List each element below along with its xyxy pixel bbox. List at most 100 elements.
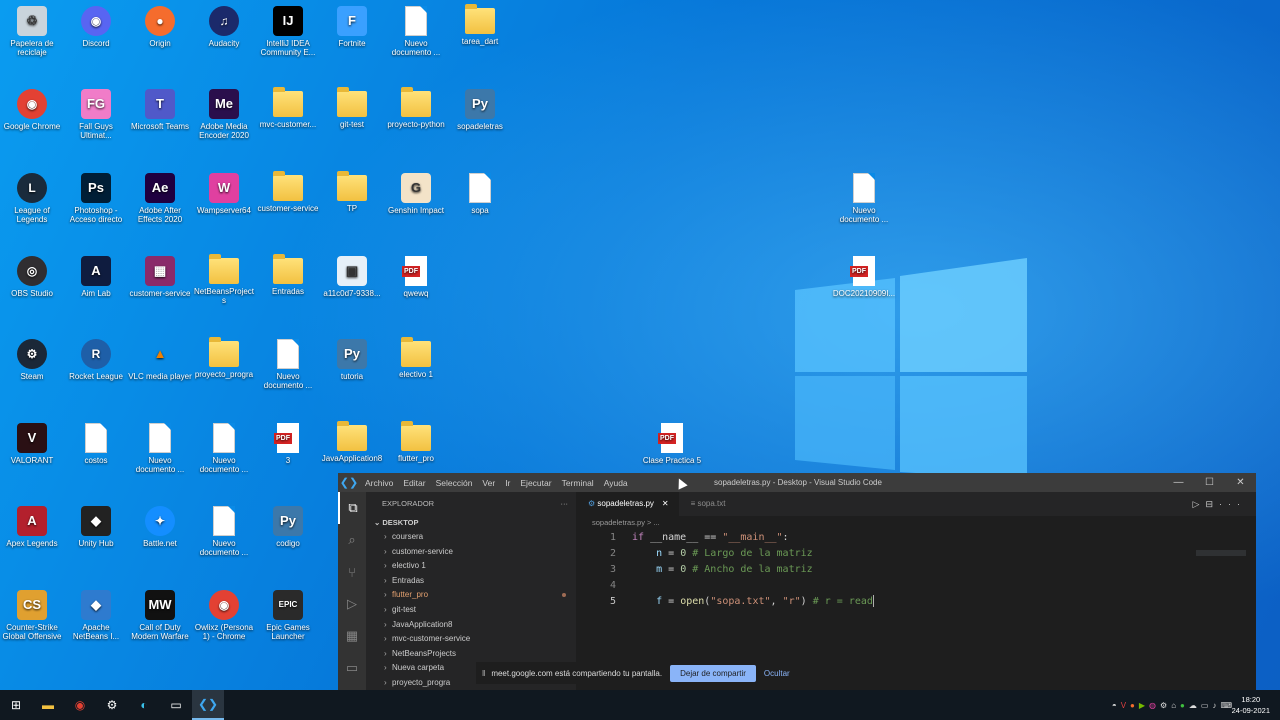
desktop-icon-folder[interactable]: Entradas <box>256 254 320 296</box>
extensions-icon[interactable]: ▦ <box>338 620 366 652</box>
remote-explorer-icon[interactable]: ▭ <box>338 652 366 684</box>
split-editor-icon[interactable]: ⊟ <box>1205 499 1219 509</box>
start-windows-icon[interactable]: ⊞ <box>0 690 32 720</box>
desktop-icon-bin[interactable]: ♲ Papelera de reciclaje <box>0 6 64 57</box>
desktop-icon-pdf[interactable]: PDF Clase Practica 5 <box>640 423 704 465</box>
desktop-icon-image[interactable]: ▣ a11c0d7-9338... <box>320 256 384 298</box>
close-icon[interactable]: ✕ <box>1225 473 1256 492</box>
stop-sharing-button[interactable]: Dejar de compartir <box>670 664 756 682</box>
desktop-icon-chrome[interactable]: ◉ Google Chrome <box>0 89 64 131</box>
desktop-icon-doc[interactable]: sopa <box>448 173 512 215</box>
menu-terminal[interactable]: Terminal <box>557 478 599 488</box>
desktop-icon-folder[interactable]: TP <box>320 171 384 213</box>
desktop-icon-python[interactable]: Py tutoria <box>320 339 384 381</box>
desktop-icon-aimlab[interactable]: A Aim Lab <box>64 256 128 298</box>
search-icon[interactable]: ⌕ <box>338 524 366 556</box>
nvidia-tray-icon[interactable]: ▶ <box>1139 701 1145 710</box>
tree-item[interactable]: › flutter_pro <box>366 588 576 603</box>
tab-sopadeletras[interactable]: ⚙ sopadeletras.py ✕ <box>576 492 679 516</box>
minimap[interactable] <box>1196 550 1246 556</box>
desktop-icon-aftereffects[interactable]: Ae Adobe After Effects 2020 <box>128 173 192 224</box>
desktop-icon-pdf[interactable]: PDF 3 <box>256 423 320 465</box>
desktop-icon-cod[interactable]: MW Call of Duty Modern Warfare <box>128 590 192 641</box>
maximize-icon[interactable]: ☐ <box>1194 473 1225 492</box>
language-tray-icon[interactable]: ⌨ <box>1220 701 1232 710</box>
desktop-icon-doc[interactable]: costos <box>64 423 128 465</box>
run-debug-icon[interactable]: ▷ <box>338 588 366 620</box>
file-explorer-icon[interactable]: ▬ <box>32 690 64 720</box>
tree-item[interactable]: › customer-service <box>366 545 576 560</box>
desktop-icon-rocket[interactable]: R Rocket League <box>64 339 128 381</box>
tree-item[interactable]: › mvc-customer-service <box>366 632 576 647</box>
steam-taskbar-icon[interactable]: ⚙ <box>96 690 128 720</box>
more-actions-icon[interactable]: ··· <box>561 492 569 516</box>
workspace-section[interactable]: ⌄ DESKTOP <box>366 516 576 530</box>
desktop-icon-pdf[interactable]: PDF DOC20210909I... <box>832 256 896 298</box>
discord-tray-icon[interactable]: ◓ <box>1112 701 1117 710</box>
menu-ejecutar[interactable]: Ejecutar <box>515 478 556 488</box>
desktop-icon-folder[interactable]: proyecto-python <box>384 87 448 129</box>
desktop-icon-lol[interactable]: L League of Legends <box>0 173 64 224</box>
desktop-icon-folder[interactable]: tarea_dart <box>448 4 512 46</box>
edge-icon[interactable]: ◐ <box>128 690 160 720</box>
tree-item[interactable]: › Entradas <box>366 574 576 589</box>
desktop-icon-fallguys[interactable]: FG Fall Guys Ultimat... <box>64 89 128 140</box>
desktop-icon-valorant[interactable]: V VALORANT <box>0 423 64 465</box>
tree-item[interactable]: › NetBeansProjects <box>366 647 576 662</box>
menu-ayuda[interactable]: Ayuda <box>599 478 633 488</box>
desktop-icon-steam[interactable]: ⚙ Steam <box>0 339 64 381</box>
desktop-icon-teams[interactable]: T Microsoft Teams <box>128 89 192 131</box>
tree-item[interactable]: › git-test <box>366 603 576 618</box>
explorer-icon[interactable]: ⧉ <box>338 492 366 524</box>
desktop-icon-origin[interactable]: ● Origin <box>128 6 192 48</box>
clock[interactable]: 18:20 24-09-2021 <box>1232 694 1270 716</box>
desktop-icon-audacity[interactable]: ♫ Audacity <box>192 6 256 48</box>
desktop-icon-doc[interactable]: Nuevo documento ... <box>384 6 448 57</box>
desktop-icon-folder[interactable]: git-test <box>320 87 384 129</box>
desktop-icon-folder[interactable]: electivo 1 <box>384 337 448 379</box>
desktop-icon-mediaencoder[interactable]: Me Adobe Media Encoder 2020 <box>192 89 256 140</box>
tab-close-icon[interactable]: ✕ <box>662 499 669 508</box>
menu-seleccion[interactable]: Selección <box>431 478 478 488</box>
desktop-icon-doc[interactable]: Nuevo documento ... <box>128 423 192 474</box>
desktop-icon-discord[interactable]: ◉ Discord <box>64 6 128 48</box>
desktop-icon-folder[interactable]: mvc-customer... <box>256 87 320 129</box>
desktop-icon-unity[interactable]: ◆ Unity Hub <box>64 506 128 548</box>
menu-archivo[interactable]: Archivo <box>360 478 398 488</box>
desktop-icon-folder[interactable]: JavaApplication8 <box>320 421 384 463</box>
steam-tray-icon[interactable]: ⚙ <box>1160 701 1167 710</box>
desktop-icon-python[interactable]: Py codigo <box>256 506 320 548</box>
menu-editar[interactable]: Editar <box>398 478 430 488</box>
desktop-icon-intellij[interactable]: IJ IntelliJ IDEA Community E... <box>256 6 320 57</box>
more-icon[interactable]: ··· <box>1219 499 1246 509</box>
volume-icon[interactable]: ♪ <box>1212 701 1216 710</box>
desktop-icon-epic[interactable]: EPIC Epic Games Launcher <box>256 590 320 641</box>
desktop-icon-folder[interactable]: flutter_pro <box>384 421 448 463</box>
wamp-tray-icon[interactable]: ◍ <box>1149 701 1156 710</box>
origin-tray-icon[interactable]: ● <box>1130 701 1135 710</box>
desktop-icon-vlc[interactable]: ▲ VLC media player <box>128 339 192 381</box>
display-tray-icon[interactable]: ▭ <box>1201 701 1209 710</box>
tab-sopa-txt[interactable]: ≡ sopa.txt <box>679 492 736 516</box>
tree-item[interactable]: › JavaApplication8 <box>366 618 576 633</box>
minimize-icon[interactable]: — <box>1163 473 1194 492</box>
desktop-icon-obs[interactable]: ◎ OBS Studio <box>0 256 64 298</box>
onedrive-tray-icon[interactable]: ☁ <box>1189 701 1197 710</box>
breadcrumb[interactable]: sopadeletras.py > ... <box>576 516 1256 530</box>
desktop-icon-doc[interactable]: Nuevo documento ... <box>832 173 896 224</box>
desktop-icon-genshin[interactable]: G Genshin Impact <box>384 173 448 215</box>
desktop-icon-wamp[interactable]: W Wampserver64 <box>192 173 256 215</box>
vscode-titlebar[interactable]: ❮❯ Archivo Editar Selección Ver Ir Ejecu… <box>338 473 1256 492</box>
chrome-icon[interactable]: ◉ <box>64 690 96 720</box>
run-icon[interactable]: ▷ <box>1193 499 1206 509</box>
terminal-icon[interactable]: ▭ <box>160 690 192 720</box>
code-editor[interactable]: 1 if __name__ == "__main__": 2 n = 0 # La… <box>576 530 1256 610</box>
valorant-tray-icon[interactable]: V <box>1121 701 1126 710</box>
desktop-icon-pdf[interactable]: PDF qwewq <box>384 256 448 298</box>
desktop-icon-python[interactable]: Py sopadeletras <box>448 89 512 131</box>
network-tray-icon[interactable]: ⌂ <box>1171 701 1176 710</box>
desktop-icon-chrome[interactable]: ◉ Owlixz (Persona 1) - Chrome <box>192 590 256 641</box>
desktop-icon-apex[interactable]: A Apex Legends <box>0 506 64 548</box>
vscode-taskbar-icon[interactable]: ❮❯ <box>192 690 224 720</box>
hide-button[interactable]: Ocultar <box>764 669 790 678</box>
